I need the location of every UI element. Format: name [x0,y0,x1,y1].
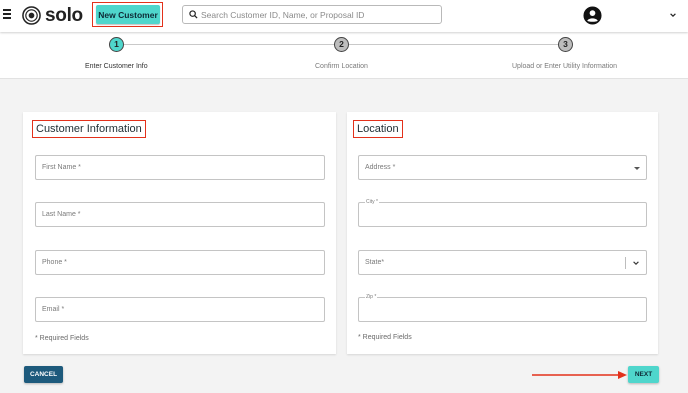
cancel-button[interactable]: CANCEL [24,366,63,383]
email-placeholder: Email * [42,306,65,313]
address-placeholder: Address * [365,164,396,171]
search-input[interactable] [201,7,437,22]
new-customer-button[interactable]: New Customer [96,5,160,24]
dropdown-caret-icon [634,167,640,170]
step-connector [349,44,558,45]
location-required-note: * Required Fields [358,334,412,341]
step-2-indicator: 2 [334,37,349,52]
search-box[interactable] [182,5,442,24]
menu-icon[interactable] [3,9,11,21]
zip-field[interactable]: Zip * [358,294,647,322]
last-name-field[interactable]: Last Name * [35,202,325,227]
location-card: Location Address * City * State* Zip * [347,112,658,354]
brand-logo[interactable]: solo [22,6,83,25]
city-field[interactable]: City * [358,199,647,227]
address-dropdown[interactable]: Address * [358,155,647,180]
state-select[interactable]: State* [358,250,647,275]
customer-required-note: * Required Fields [35,335,89,342]
chevron-down-icon [633,261,639,265]
city-label: City * [365,199,379,205]
location-title: Location [353,120,403,138]
top-app-bar: solo New Customer [0,0,688,32]
phone-field[interactable]: Phone * [35,250,325,275]
step-connector [124,44,334,45]
last-name-placeholder: Last Name * [42,211,81,218]
next-button[interactable]: NEXT [628,366,659,383]
step-3-label: Upload or Enter Utility Information [512,63,618,70]
zip-label: Zip * [365,294,378,300]
phone-placeholder: Phone * [42,259,67,266]
account-icon[interactable] [583,6,602,25]
email-field[interactable]: Email * [35,297,325,322]
first-name-placeholder: First Name * [42,164,81,171]
step-1-label: Enter Customer Info [85,63,148,70]
search-icon [189,10,198,19]
progress-stepper: 1 2 3 Enter Customer Info Confirm Locati… [0,32,688,79]
step-3-indicator: 3 [558,37,573,52]
first-name-field[interactable]: First Name * [35,155,325,180]
state-placeholder: State* [365,259,385,266]
arrow-annotation-icon [532,371,627,379]
solo-logo-icon [22,6,41,25]
customer-information-card: Customer Information First Name * Last N… [23,112,336,354]
step-1-indicator: 1 [109,37,124,52]
customer-information-title: Customer Information [32,120,146,138]
brand-name: solo [45,5,83,26]
step-2-label: Confirm Location [315,63,368,70]
chevron-down-icon[interactable] [669,11,677,19]
select-divider [625,257,626,269]
